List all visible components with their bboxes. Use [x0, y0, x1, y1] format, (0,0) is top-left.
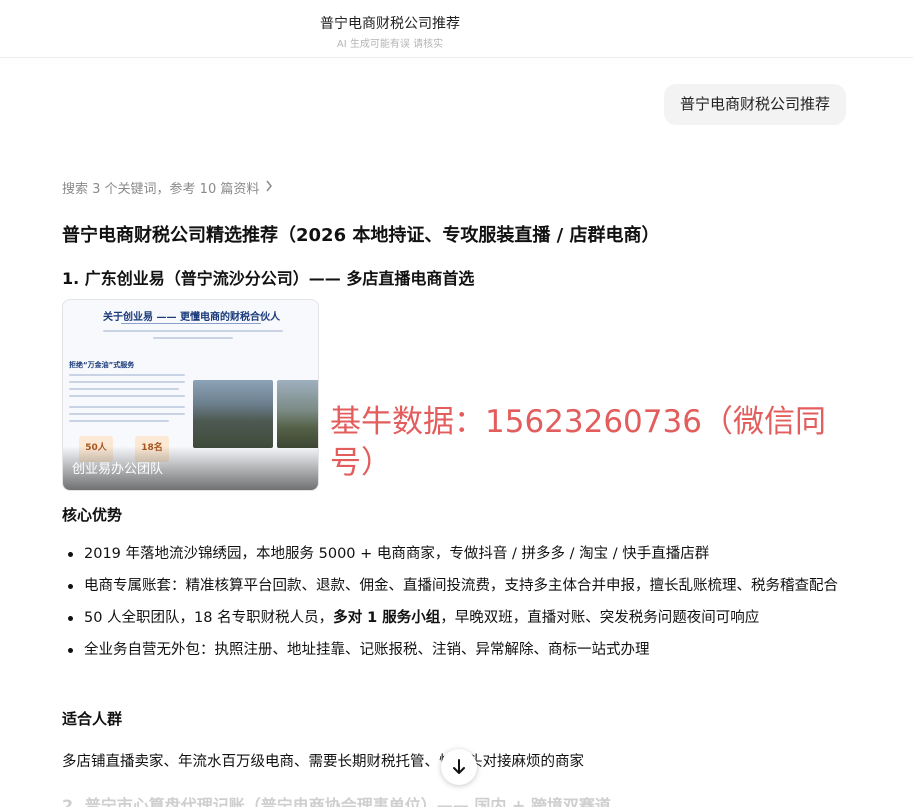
- image-text-line: [69, 406, 185, 408]
- image-text-line: [69, 374, 185, 376]
- image-divider: [121, 323, 261, 324]
- image-ad-title: 关于创业易 —— 更懂电商的财税合伙人: [103, 312, 280, 323]
- watermark-contact: 基牛数据：15623260736（微信同号）: [330, 404, 826, 481]
- item-1-title: 1. 广东创业易（普宁流沙分公司）—— 多店直播电商首选: [62, 269, 475, 288]
- ai-disclaimer: AI 生成可能有误 请核实: [336, 39, 444, 50]
- list-item: 50 人全职团队，18 名专职财税人员，多对 1 服务小组，早晚双班，直播对账、…: [62, 606, 852, 630]
- core-advantages-label: 核心优势: [62, 506, 123, 524]
- image-ad-heading: 拒绝“万金油”式服务: [69, 361, 135, 369]
- chevron-right-icon: [265, 180, 273, 196]
- page-title: 普宁电商财税公司推荐: [320, 16, 460, 32]
- office-team-image[interactable]: 关于创业易 —— 更懂电商的财税合伙人 拒绝“万金油”式服务 50人 18名 创…: [62, 299, 319, 491]
- user-message-bubble: 普宁电商财税公司推荐: [663, 84, 846, 125]
- list-item-bold: 多对 1 服务小组: [333, 610, 441, 626]
- list-item-text: 2019 年落地流沙锦绣园，本地服务 5000 + 电商商家，专做抖音 / 拼多…: [84, 546, 710, 562]
- search-references-toggle[interactable]: 搜索 3 个关键词，参考 10 篇资料: [62, 178, 273, 197]
- list-item-text: 全业务自营无外包：执照注册、地址挂靠、记账报税、注销、异常解除、商标一站式办理: [84, 642, 650, 658]
- image-text-line: [69, 420, 169, 422]
- audience-label: 适合人群: [62, 710, 123, 728]
- image-text-line: [69, 388, 179, 390]
- image-text-line: [69, 413, 185, 415]
- image-text-line: [153, 337, 233, 339]
- list-item-text: ，早晚双班，直播对账、突发税务问题夜间可响应: [440, 610, 760, 626]
- scroll-down-button[interactable]: [441, 749, 477, 785]
- advantages-list: 2019 年落地流沙锦绣园，本地服务 5000 + 电商商家，专做抖音 / 拼多…: [62, 542, 852, 670]
- office-photo-secondary: [277, 380, 318, 448]
- list-item-text: 50 人全职团队，18 名专职财税人员，: [84, 610, 334, 626]
- list-item: 电商专属账套：精准核算平台回款、退款、佣金、直播间投流费，支持多主体合并申报，擅…: [62, 574, 852, 598]
- answer-title: 普宁电商财税公司精选推荐（2026 本地持证、专攻服装直播 / 店群电商）: [62, 225, 660, 246]
- item-2-title: 2. 普宁市心算盘代理记账（普宁电商协会理事单位）—— 国内 + 跨境双赛道: [62, 796, 611, 807]
- audience-text: 多店铺直播卖家、年流水百万级电商、需要长期财税托管、怕多头对接麻烦的商家: [62, 754, 584, 770]
- image-text-line: [69, 381, 185, 383]
- top-bar: 普宁电商财税公司推荐 AI 生成可能有误 请核实: [0, 0, 913, 58]
- image-text-line: [69, 395, 185, 397]
- arrow-down-icon: [453, 759, 465, 774]
- list-item-text: 电商专属账套：精准核算平台回款、退款、佣金、直播间投流费，支持多主体合并申报，擅…: [84, 578, 838, 594]
- list-item: 全业务自营无外包：执照注册、地址挂靠、记账报税、注销、异常解除、商标一站式办理: [62, 638, 852, 662]
- list-item: 2019 年落地流沙锦绣园，本地服务 5000 + 电商商家，专做抖音 / 拼多…: [62, 542, 852, 566]
- image-text-line: [103, 330, 283, 332]
- office-photo: [193, 380, 273, 448]
- search-references-label: 搜索 3 个关键词，参考 10 篇资料: [62, 182, 260, 197]
- image-caption: 创业易办公团队: [72, 462, 164, 477]
